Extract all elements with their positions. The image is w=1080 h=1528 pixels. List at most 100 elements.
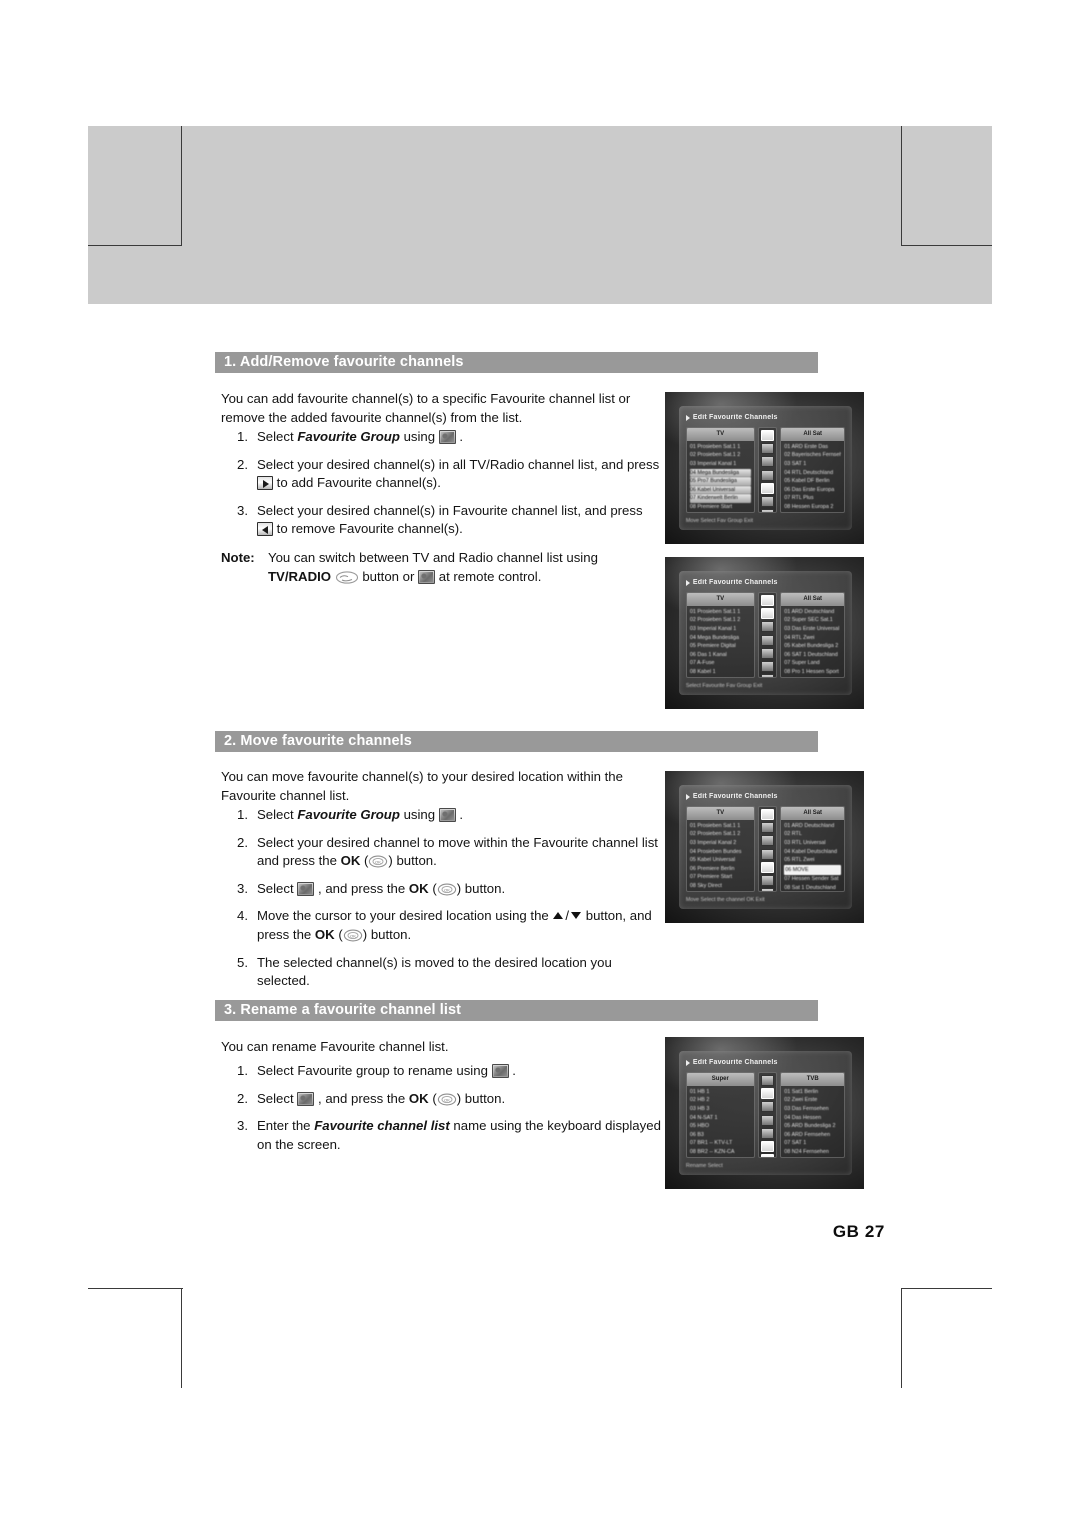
step-strong: OK xyxy=(314,926,335,942)
list-item: 1. Select Favourite group to rename usin… xyxy=(231,1062,661,1081)
osd-footer-hints: Move Select Fav Group Exit xyxy=(685,517,753,524)
osd-right-rows: 01 ARD Erste Das 02 Bayerisches Fernsehe… xyxy=(781,441,844,513)
tv-radio-glyph-svg xyxy=(335,570,358,584)
osd-row: 07 Kinderwelt Berlin xyxy=(689,494,751,504)
list-item: 3. Enter the Favourite channel list name… xyxy=(231,1117,661,1154)
crop-mark-bottom-left-horizontal xyxy=(88,1288,183,1289)
list-item-number: 1. xyxy=(237,429,248,444)
step-strong: OK xyxy=(408,880,429,896)
step-text-mid: using xyxy=(399,807,439,822)
list-item: 2. Select , and press the OK (OK) button… xyxy=(231,1090,661,1109)
list-item-number: 3. xyxy=(237,1118,248,1134)
step-text-mid2: ( xyxy=(428,1090,437,1106)
step-text-post: . xyxy=(455,429,464,444)
osd-action-button xyxy=(760,595,774,607)
svg-text:OK: OK xyxy=(350,934,356,939)
osd-row: 01 ARD Deutschland xyxy=(784,822,835,829)
osd-action-button xyxy=(760,608,774,620)
osd-row: 06 Das Erste Europa xyxy=(784,486,835,493)
list-item-text: Select , and press the OK (OK) button. xyxy=(257,880,661,899)
step-text-pre: Select xyxy=(257,807,298,822)
osd-row: 07 RTL Plus xyxy=(784,495,814,502)
crop-mark-bottom-left-vertical xyxy=(181,1288,182,1388)
list-item-number: 1. xyxy=(237,1063,248,1078)
osd-row: 02 Prosieben Sat.1 2 xyxy=(689,452,741,459)
osd-row: 02 Bayerisches Fernsehen xyxy=(784,452,841,459)
osd-row: 05 RTL Zwei xyxy=(784,857,815,864)
list-item-number: 3. xyxy=(237,880,248,896)
list-item-number: 4. xyxy=(237,908,248,924)
osd-row: 07 A-Fuse xyxy=(689,660,715,667)
osd-left-rows: 01 HB 1 02 HB 2 03 HB 3 04 N-SAT 1 05 HB… xyxy=(687,1086,754,1157)
screenshot-move: Edit Favourite Channels TV 01 Prosieben … xyxy=(665,771,864,923)
osd-row: 06 B3 xyxy=(689,1131,704,1138)
step-text-pre: Select xyxy=(257,1090,298,1106)
list-item-text: Select your desired channel to move with… xyxy=(257,834,661,871)
osd-action-button xyxy=(760,1114,774,1126)
step-text-post: ) button. xyxy=(456,880,506,896)
note-post: at remote control. xyxy=(435,568,542,584)
step-text-pre: Select xyxy=(257,429,298,444)
osd-row: 04 Das Hessen xyxy=(784,1114,822,1121)
note-line-1: You can switch between TV and Radio chan… xyxy=(268,550,598,565)
osd-row: 07 BR1 -- KTV-LT xyxy=(689,1140,733,1147)
ok-button-icon: OK xyxy=(437,883,457,896)
osd-left-column: Super 01 HB 1 02 HB 2 03 HB 3 04 N-SAT 1… xyxy=(685,1071,755,1158)
list-item-text: Select your desired channel(s) in all TV… xyxy=(257,456,661,493)
osd-row: 09 SAT 1 Deutschland xyxy=(784,512,841,513)
osd-title-text: Edit Favourite Channels xyxy=(692,1059,778,1066)
list-item: 3. Select , and press the OK (OK) button… xyxy=(231,880,661,899)
osd-columns: TV 01 Prosieben Sat.1 1 02 Prosieben Sat… xyxy=(685,805,846,892)
step-emphasis: Favourite Group xyxy=(297,429,400,444)
osd-action-button xyxy=(760,647,774,659)
osd-left-column-header: TV xyxy=(686,592,754,606)
osd-right-column: All Sat 01 ARD Erste Das 02 Bayerisches … xyxy=(780,426,846,513)
osd-action-button xyxy=(760,822,774,834)
osd-row: 05 Premiere Digital xyxy=(689,643,736,650)
favourite-group-button-icon xyxy=(438,430,456,444)
crop-mark-top-right-horizontal xyxy=(901,245,992,246)
osd-action-button xyxy=(760,674,774,677)
osd-action-button xyxy=(760,621,774,633)
osd-panel: Edit Favourite Channels Super 01 HB 1 02… xyxy=(678,1050,853,1176)
osd-row: 06 Premiere Berlin xyxy=(689,865,735,872)
note-body: You can switch between TV and Radio chan… xyxy=(268,549,656,586)
right-arrow-button-icon xyxy=(257,476,273,491)
section-1-intro: You can add favourite channel(s) to a sp… xyxy=(221,391,631,425)
osd-panel: Edit Favourite Channels TV 01 Prosieben … xyxy=(678,570,853,696)
list-item-text: Move the cursor to your desired location… xyxy=(257,907,661,944)
osd-title-text: Edit Favourite Channels xyxy=(692,793,778,800)
osd-right-column: TVB 01 Sat1 Berlin 02 Zwei Erste 03 Das … xyxy=(780,1071,846,1158)
osd-row: 09 N-TV Sat xyxy=(690,891,751,892)
osd-title: Edit Favourite Channels xyxy=(685,788,845,804)
step-text-post: . xyxy=(508,1063,516,1078)
rename-button-icon xyxy=(297,1091,315,1106)
osd-row: 04 RTL Zwei xyxy=(784,634,815,641)
crop-mark-bottom-right-horizontal xyxy=(901,1288,992,1289)
osd-row: 04 Prosieben Bundes xyxy=(689,848,742,855)
osd-row: 04 N-SAT 1 xyxy=(689,1114,718,1121)
osd-row: 04 Mega Bundesliga xyxy=(689,634,739,641)
section-2-steps: 1. Select Favourite Group using . 2. Sel… xyxy=(231,806,661,1000)
osd-row: 02 HB 2 xyxy=(689,1097,710,1104)
osd-row: 04 Kabel Deutschland xyxy=(784,848,837,855)
osd-row: 03 Imperial Kanal 1 xyxy=(689,626,737,633)
osd-action-button xyxy=(760,1140,774,1152)
osd-left-column: TV 01 Prosieben Sat.1 1 02 Prosieben Sat… xyxy=(685,591,755,678)
osd-row: 01 Prosieben Sat.1 1 xyxy=(689,822,741,829)
osd-action-button xyxy=(760,1101,774,1113)
osd-columns: TV 01 Prosieben Sat.1 1 02 Prosieben Sat… xyxy=(685,591,846,678)
tv-radio-button-icon xyxy=(335,570,359,584)
favourite-group-button-icon xyxy=(438,808,456,822)
osd-action-button xyxy=(760,634,774,646)
osd-row: 02 Super SEC Sat.1 xyxy=(784,617,833,624)
note-block: Note: You can switch between TV and Radi… xyxy=(221,549,656,586)
list-item-number: 5. xyxy=(237,954,248,970)
osd-row: 05 ARD Bundesliga 2 xyxy=(784,1123,836,1130)
osd-row: 05 Kabel Universal xyxy=(689,857,736,864)
list-item-text: Select Favourite group to rename using . xyxy=(257,1062,661,1081)
step-text-mid: , and press the xyxy=(314,1090,409,1106)
osd-right-column-header: TVB xyxy=(781,1072,845,1086)
osd-action-button xyxy=(760,1154,774,1157)
osd-columns: Super 01 HB 1 02 HB 2 03 HB 3 04 N-SAT 1… xyxy=(685,1071,846,1158)
